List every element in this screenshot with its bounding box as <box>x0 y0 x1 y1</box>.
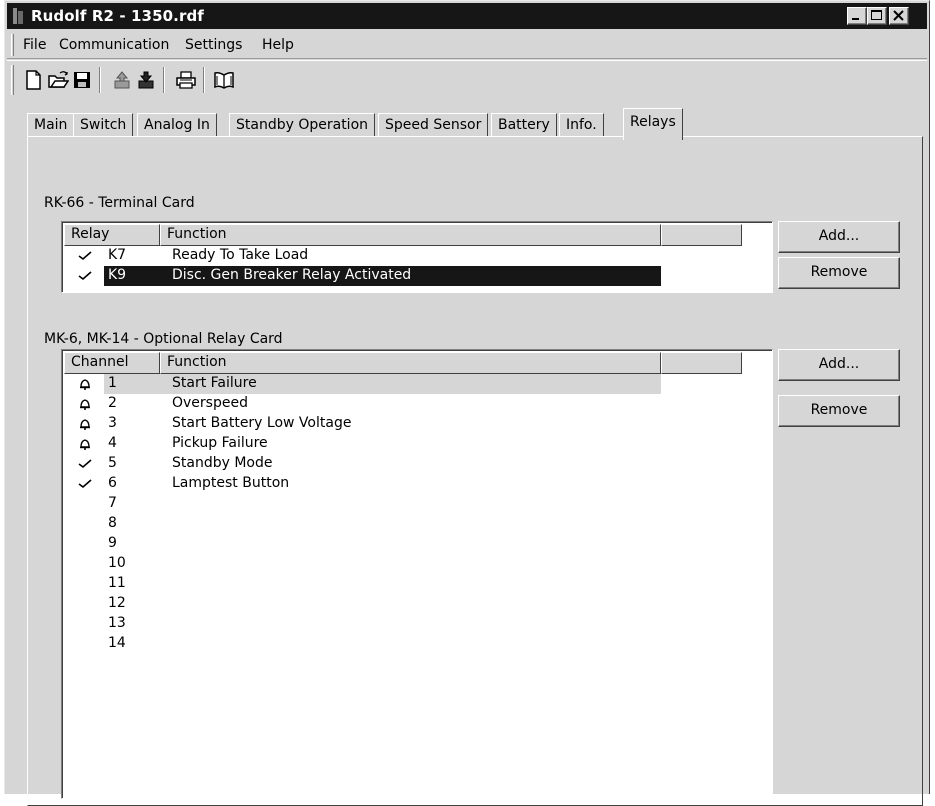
tab-main[interactable]: Main <box>27 113 75 137</box>
relay-function: Ready To Take Load <box>172 247 309 263</box>
table-row[interactable]: K7 Ready To Take Load <box>64 246 770 266</box>
table-row[interactable]: 2 Overspeed <box>64 394 770 414</box>
table-row[interactable]: 9 <box>64 534 770 554</box>
channel-function: Lamptest Button <box>172 475 290 491</box>
channel-number: 12 <box>108 595 126 611</box>
upload-icon[interactable] <box>111 69 133 91</box>
tab-info[interactable]: Info. <box>559 113 604 137</box>
minimize-icon <box>852 18 859 20</box>
menu-settings[interactable]: Settings <box>185 37 242 53</box>
table-row[interactable]: 6 Lamptest Button <box>64 474 770 494</box>
check-icon <box>78 459 92 469</box>
toolbar-separator <box>99 67 101 93</box>
column-header-channel[interactable]: Channel <box>64 352 160 374</box>
relay-add-button[interactable]: Add... <box>778 349 900 381</box>
bell-icon <box>80 379 90 390</box>
channel-number: 11 <box>108 575 126 591</box>
relays-panel: RK-66 - Terminal Card Relay Function K7 … <box>27 136 923 806</box>
tab-relays[interactable]: Relays <box>623 108 683 140</box>
channel-number: 5 <box>108 455 117 471</box>
channel-number: 6 <box>108 475 117 491</box>
table-row-selected[interactable]: K9 Disc. Gen Breaker Relay Activated <box>64 266 770 286</box>
window-title: Rudolf R2 - 1350.rdf <box>31 7 204 25</box>
channel-number: 8 <box>108 515 117 531</box>
column-header-blank[interactable] <box>661 352 742 374</box>
close-button[interactable] <box>889 7 909 25</box>
tab-switch[interactable]: Switch <box>73 113 134 137</box>
column-header-relay[interactable]: Relay <box>64 224 160 246</box>
channel-number: 3 <box>108 415 117 431</box>
minimize-button[interactable] <box>847 7 867 25</box>
table-row[interactable]: 4 Pickup Failure <box>64 434 770 454</box>
help-book-icon[interactable] <box>213 69 235 91</box>
toolbar-grip <box>11 65 14 95</box>
title-bar[interactable]: Rudolf R2 - 1350.rdf <box>7 3 927 29</box>
relay-card-label: MK-6, MK-14 - Optional Relay Card <box>44 331 283 347</box>
bell-icon <box>80 399 90 410</box>
channel-number: 4 <box>108 435 117 451</box>
tab-standby-operation[interactable]: Standby Operation <box>229 113 376 137</box>
maximize-button[interactable] <box>867 7 887 25</box>
tab-battery[interactable]: Battery <box>491 113 557 137</box>
channel-number: 2 <box>108 395 117 411</box>
tab-speed-sensor[interactable]: Speed Sensor <box>378 113 489 137</box>
table-row[interactable]: 11 <box>64 574 770 594</box>
table-row[interactable]: 5 Standby Mode <box>64 454 770 474</box>
channel-function: Standby Mode <box>172 455 273 471</box>
table-row[interactable]: 3 Start Battery Low Voltage <box>64 414 770 434</box>
channel-function: Overspeed <box>172 395 248 411</box>
terminal-card-list[interactable]: Relay Function K7 Ready To Take Load K9 … <box>61 221 773 293</box>
tab-analog-in[interactable]: Analog In <box>137 113 217 137</box>
new-icon[interactable] <box>23 69 45 91</box>
table-row[interactable]: 8 <box>64 514 770 534</box>
channel-function: Start Failure <box>172 375 257 391</box>
print-icon[interactable] <box>175 69 197 91</box>
channel-number: 9 <box>108 535 117 551</box>
table-row[interactable]: 1 Start Failure <box>64 374 770 394</box>
save-icon[interactable] <box>71 69 93 91</box>
download-icon[interactable] <box>135 69 157 91</box>
maximize-icon <box>871 10 882 20</box>
menu-file[interactable]: File <box>23 37 46 53</box>
terminal-card-label: RK-66 - Terminal Card <box>44 195 195 211</box>
channel-number: 7 <box>108 495 117 511</box>
toolbar-separator <box>163 67 165 93</box>
terminal-remove-button[interactable]: Remove <box>778 257 900 289</box>
table-row[interactable]: 13 <box>64 614 770 634</box>
channel-number: 10 <box>108 555 126 571</box>
table-row[interactable]: 10 <box>64 554 770 574</box>
channel-number: 14 <box>108 635 126 651</box>
relay-id: K7 <box>108 247 127 263</box>
app-window: Rudolf R2 - 1350.rdf File Communication … <box>4 0 930 806</box>
check-icon <box>78 479 92 489</box>
toolbar-separator <box>203 67 205 93</box>
app-icon <box>13 8 23 24</box>
relay-card-list[interactable]: Channel Function 1 Start Failure 2 Overspee… <box>61 349 773 799</box>
open-icon[interactable] <box>47 69 69 91</box>
toolbar <box>7 60 927 98</box>
check-icon <box>78 251 92 261</box>
menu-grip <box>11 34 14 56</box>
menu-help[interactable]: Help <box>262 37 294 53</box>
table-row[interactable]: 12 <box>64 594 770 614</box>
close-icon <box>893 10 904 21</box>
table-row[interactable]: 7 <box>64 494 770 514</box>
check-icon <box>78 271 92 281</box>
relay-function: Disc. Gen Breaker Relay Activated <box>172 267 412 283</box>
channel-number: 13 <box>108 615 126 631</box>
bell-icon <box>80 419 90 430</box>
relay-id: K9 <box>108 267 127 283</box>
channel-function: Start Battery Low Voltage <box>172 415 352 431</box>
menu-bar: File Communication Settings Help <box>7 31 927 59</box>
terminal-add-button[interactable]: Add... <box>778 221 900 253</box>
table-row[interactable]: 14 <box>64 634 770 654</box>
menu-communication[interactable]: Communication <box>59 37 169 53</box>
relay-remove-button[interactable]: Remove <box>778 395 900 427</box>
column-header-blank[interactable] <box>661 224 742 246</box>
column-header-function[interactable]: Function <box>160 224 661 246</box>
channel-number: 1 <box>108 375 117 391</box>
column-header-function[interactable]: Function <box>160 352 661 374</box>
bell-icon <box>80 439 90 450</box>
channel-function: Pickup Failure <box>172 435 268 451</box>
